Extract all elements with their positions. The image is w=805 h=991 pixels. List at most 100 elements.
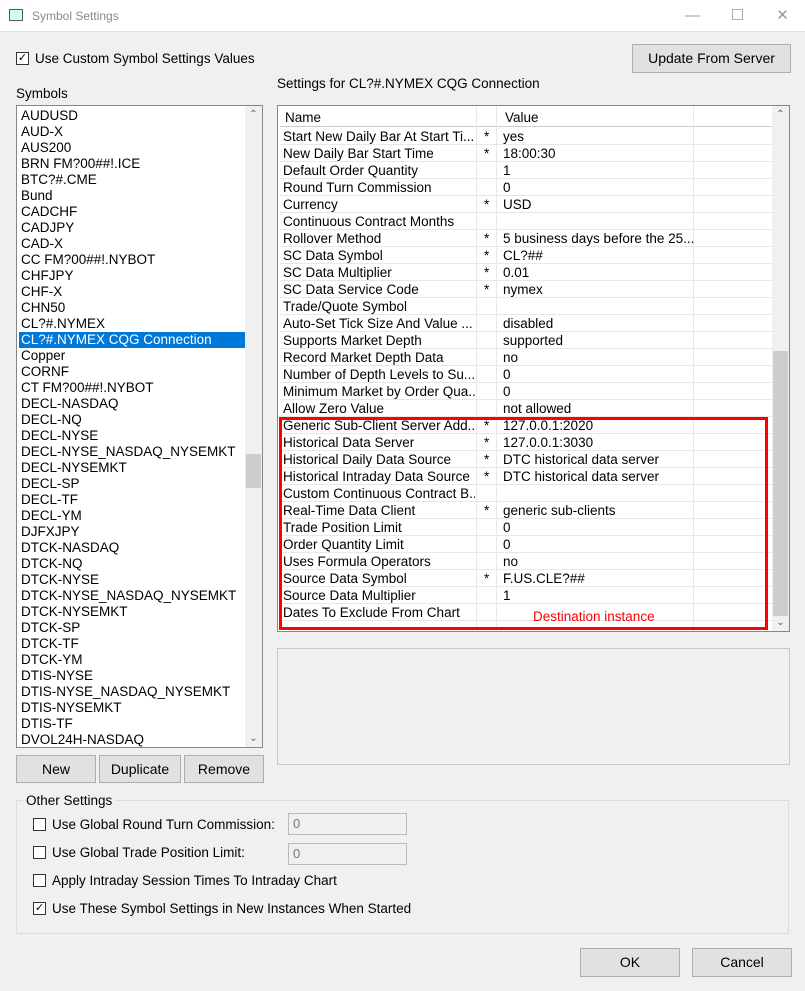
apply-intraday-label: Apply Intraday Session Times To Intraday… (52, 873, 337, 888)
symbol-list-item[interactable]: Copper (19, 348, 245, 364)
symbol-list-item[interactable]: DTCK-NQ (19, 556, 245, 572)
symbol-list-item[interactable]: DECL-NYSE_NASDAQ_NYSEMKT (19, 444, 245, 460)
symbol-list-item[interactable]: CADCHF (19, 204, 245, 220)
symbol-list-item[interactable]: DTCK-SP (19, 620, 245, 636)
header-name[interactable]: Name (285, 110, 321, 125)
symbol-list-item[interactable]: CHFJPY (19, 268, 245, 284)
highlight-box (279, 417, 768, 630)
symbol-list-item[interactable]: DECL-NQ (19, 412, 245, 428)
symbol-list-item[interactable]: DECL-NASDAQ (19, 396, 245, 412)
symbol-list-item[interactable]: CADJPY (19, 220, 245, 236)
symbol-list-item[interactable]: CL?#.NYMEX CQG Connection (19, 332, 245, 348)
scroll-down-icon[interactable]: ⌄ (245, 730, 262, 747)
symbols-scrollbar[interactable]: ⌃ ⌄ (245, 106, 262, 747)
grid-row[interactable]: Currency * USD (280, 196, 773, 213)
symbol-list-item[interactable]: CL?#.NYMEX (19, 316, 245, 332)
use-global-rtc-label: Use Global Round Turn Commission: (52, 817, 275, 832)
symbol-list-item[interactable]: CAD-X (19, 236, 245, 252)
grid-row[interactable]: Trade/Quote Symbol (280, 298, 773, 315)
symbol-list-item[interactable]: DTCK-NYSE_NASDAQ_NYSEMKT (19, 588, 245, 604)
grid-row[interactable]: SC Data Symbol * CL?## (280, 247, 773, 264)
grid-row[interactable]: Round Turn Commission 0 (280, 179, 773, 196)
use-global-rtc-checkbox[interactable]: Use Global Round Turn Commission: (33, 817, 275, 832)
symbol-list-item[interactable]: AUD-X (19, 124, 245, 140)
update-from-server-button[interactable]: Update From Server (632, 44, 791, 73)
setting-value: 0 (503, 384, 511, 399)
symbol-list-item[interactable]: DTIS-NYSE_NASDAQ_NYSEMKT (19, 684, 245, 700)
scroll-up-icon[interactable]: ⌃ (245, 106, 262, 123)
scroll-thumb[interactable] (773, 351, 788, 616)
grid-row[interactable]: SC Data Multiplier * 0.01 (280, 264, 773, 281)
setting-name: Round Turn Commission (283, 180, 432, 195)
symbol-list-item[interactable]: DECL-NYSE (19, 428, 245, 444)
scroll-up-icon[interactable]: ⌃ (772, 106, 789, 123)
scroll-down-icon[interactable]: ⌄ (772, 614, 789, 631)
remove-button[interactable]: Remove (184, 755, 264, 783)
symbol-list-item[interactable]: DTCK-TF (19, 636, 245, 652)
symbol-list-item[interactable]: DECL-SP (19, 476, 245, 492)
setting-name: Minimum Market by Order Qua... (283, 384, 475, 399)
setting-name: Rollover Method (283, 231, 382, 246)
symbol-list-item[interactable]: DECL-TF (19, 492, 245, 508)
grid-row[interactable]: New Daily Bar Start Time * 18:00:30 (280, 145, 773, 162)
new-button[interactable]: New (16, 755, 96, 783)
symbol-list-item[interactable]: DTIS-TF (19, 716, 245, 732)
global-rtc-field[interactable]: 0 (288, 813, 407, 835)
grid-row[interactable]: SC Data Service Code * nymex (280, 281, 773, 298)
scroll-thumb[interactable] (246, 454, 261, 488)
grid-row[interactable]: Allow Zero Value not allowed (280, 400, 773, 417)
setting-value: supported (503, 333, 564, 348)
close-button[interactable]: ✕ (760, 0, 805, 32)
symbol-list-item[interactable]: CORNF (19, 364, 245, 380)
grid-row[interactable]: Minimum Market by Order Qua... 0 (280, 383, 773, 400)
use-custom-checkbox[interactable]: ✓ Use Custom Symbol Settings Values (16, 51, 255, 66)
grid-row[interactable]: Supports Market Depth supported (280, 332, 773, 349)
symbol-list-item[interactable]: CHN50 (19, 300, 245, 316)
apply-intraday-checkbox[interactable]: Apply Intraday Session Times To Intraday… (33, 873, 337, 888)
grid-row[interactable]: Default Order Quantity 1 (280, 162, 773, 179)
use-in-new-checkbox[interactable]: ✓ Use These Symbol Settings in New Instan… (33, 901, 411, 916)
setting-value: 1 (503, 163, 511, 178)
symbol-list-item[interactable]: DTIS-NYSEMKT (19, 700, 245, 716)
checkbox-checked-icon: ✓ (16, 52, 29, 65)
symbol-list-item[interactable]: DECL-YM (19, 508, 245, 524)
symbol-list-item[interactable]: DTCK-NASDAQ (19, 540, 245, 556)
symbol-list-item[interactable]: DTCK-NYSEMKT (19, 604, 245, 620)
symbol-list-item[interactable]: DVOL24H-NASDAQ (19, 732, 245, 747)
duplicate-button[interactable]: Duplicate (99, 755, 181, 783)
symbols-label: Symbols (16, 86, 68, 101)
symbol-list-item[interactable]: CHF-X (19, 284, 245, 300)
grid-row[interactable]: Record Market Depth Data no (280, 349, 773, 366)
grid-row[interactable]: Continuous Contract Months (280, 213, 773, 230)
symbol-list-item[interactable]: DTIS-NYSE (19, 668, 245, 684)
grid-row[interactable]: Rollover Method * 5 business days before t… (280, 230, 773, 247)
cancel-button[interactable]: Cancel (692, 948, 792, 977)
symbol-list-item[interactable]: DJFXJPY (19, 524, 245, 540)
ok-button[interactable]: OK (580, 948, 680, 977)
use-global-tpl-checkbox[interactable]: Use Global Trade Position Limit: (33, 845, 245, 860)
global-tpl-field[interactable]: 0 (288, 843, 407, 865)
symbol-list-item[interactable]: DTCK-YM (19, 652, 245, 668)
use-custom-label: Use Custom Symbol Settings Values (35, 51, 255, 66)
maximize-button[interactable]: ☐ (715, 0, 760, 32)
minimize-button[interactable]: — (670, 0, 715, 32)
setting-name: Default Order Quantity (283, 163, 419, 178)
symbol-list-item[interactable]: AUS200 (19, 140, 245, 156)
symbol-list-item[interactable]: DECL-NYSEMKT (19, 460, 245, 476)
grid-row[interactable]: Start New Daily Bar At Start Ti... * yes (280, 128, 773, 145)
symbol-list-item[interactable]: Bund (19, 188, 245, 204)
symbol-list-item[interactable]: CT FM?00##!.NYBOT (19, 380, 245, 396)
header-value[interactable]: Value (505, 110, 539, 125)
setting-name: Currency (283, 197, 338, 212)
grid-row[interactable]: Number of Depth Levels to Su... 0 (280, 366, 773, 383)
grid-scrollbar[interactable]: ⌃ ⌄ (772, 106, 789, 631)
symbol-list-item[interactable]: BRN FM?00##!.ICE (19, 156, 245, 172)
symbol-list-item[interactable]: CC FM?00##!.NYBOT (19, 252, 245, 268)
grid-row[interactable]: Auto-Set Tick Size And Value ... disabled (280, 315, 773, 332)
symbols-list[interactable]: AUDUSD AUD-X AUS200 BRN FM?00##!.ICE BTC?#.C… (16, 105, 263, 748)
symbol-list-item[interactable]: DTCK-NYSE (19, 572, 245, 588)
symbol-list-item[interactable]: AUDUSD (19, 108, 245, 124)
setting-name: Auto-Set Tick Size And Value ... (283, 316, 473, 331)
grid-header: Name Value (280, 108, 773, 127)
symbol-list-item[interactable]: BTC?#.CME (19, 172, 245, 188)
